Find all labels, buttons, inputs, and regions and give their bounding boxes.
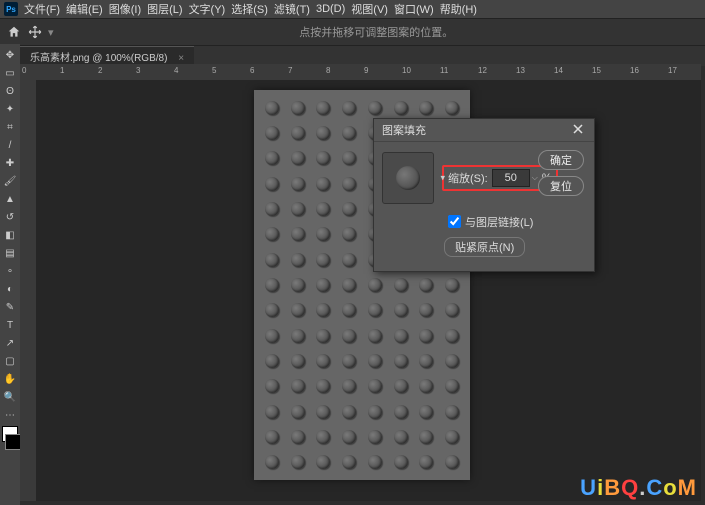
- menu-select[interactable]: 选择(S): [231, 1, 268, 17]
- document-tab-label: 乐高素材.png @ 100%(RGB/8): [30, 53, 167, 64]
- menubar: Ps 文件(F) 编辑(E) 图像(I) 图层(L) 文字(Y) 选择(S) 滤…: [0, 0, 705, 18]
- ruler-vertical: [20, 80, 37, 501]
- close-tab-icon[interactable]: ×: [178, 53, 184, 64]
- menu-type[interactable]: 文字(Y): [189, 1, 226, 17]
- tool-wand[interactable]: ✦: [2, 101, 18, 117]
- tool-hand[interactable]: ✋: [2, 371, 18, 387]
- dialog-title: 图案填充: [382, 122, 572, 138]
- menu-view[interactable]: 视图(V): [351, 1, 388, 17]
- chevron-down-icon[interactable]: ▾: [440, 173, 445, 184]
- tool-palette: ✥ ▭ ʘ ✦ ⌗ / ✚ 🖌 ▲ ↺ ◧ ▤ ∘ ◐ ✎ T ↗ ▢ ✋ 🔍 …: [0, 44, 20, 505]
- menu-image[interactable]: 图像(I): [109, 1, 141, 17]
- canvas-area[interactable]: [36, 80, 701, 501]
- menu-filter[interactable]: 滤镜(T): [274, 1, 310, 17]
- scale-input[interactable]: [492, 169, 530, 187]
- link-with-layer-label: 与图层链接(L): [465, 214, 533, 230]
- reset-button[interactable]: 复位: [538, 176, 584, 196]
- ruler-horizontal: 0 1 2 3 4 5 6 7 8 9 10 11 12 13 14 15 16…: [20, 64, 701, 81]
- scale-label: 缩放(S):: [448, 170, 488, 186]
- tool-more[interactable]: ⋯: [2, 407, 18, 423]
- tool-type[interactable]: T: [2, 317, 18, 333]
- tool-history[interactable]: ↺: [2, 209, 18, 225]
- dialog-titlebar[interactable]: 图案填充: [374, 119, 594, 142]
- menu-layer[interactable]: 图层(L): [147, 1, 182, 17]
- menu-file[interactable]: 文件(F): [24, 1, 60, 17]
- tool-lasso[interactable]: ʘ: [2, 83, 18, 99]
- color-swatch-bg[interactable]: [5, 434, 21, 450]
- tool-zoom[interactable]: 🔍: [2, 389, 18, 405]
- document-tabs: 乐高素材.png @ 100%(RGB/8) ×: [0, 46, 705, 66]
- pattern-thumbnail[interactable]: ▾: [382, 152, 434, 204]
- tool-dodge[interactable]: ◐: [2, 281, 18, 297]
- tool-eraser[interactable]: ◧: [2, 227, 18, 243]
- tool-stamp[interactable]: ▲: [2, 191, 18, 207]
- menu-edit[interactable]: 编辑(E): [66, 1, 103, 17]
- home-icon[interactable]: [6, 24, 22, 40]
- close-icon[interactable]: [572, 123, 586, 137]
- options-hint: 点按并拖移可调整图案的位置。: [54, 24, 699, 40]
- snap-to-origin-button[interactable]: 贴紧原点(N): [444, 237, 525, 257]
- options-bar: ▾ 点按并拖移可调整图案的位置。: [0, 18, 705, 46]
- scale-spinner[interactable]: ⌵: [532, 173, 538, 183]
- tool-shape[interactable]: ▢: [2, 353, 18, 369]
- tool-marquee[interactable]: ▭: [2, 65, 18, 81]
- tool-move[interactable]: ✥: [2, 47, 18, 63]
- app-icon: Ps: [4, 2, 18, 16]
- tool-path[interactable]: ↗: [2, 335, 18, 351]
- menu-help[interactable]: 帮助(H): [440, 1, 477, 17]
- link-with-layer-checkbox[interactable]: [448, 215, 461, 228]
- document-tab[interactable]: 乐高素材.png @ 100%(RGB/8) ×: [20, 46, 194, 66]
- tool-gradient[interactable]: ▤: [2, 245, 18, 261]
- menu-window[interactable]: 窗口(W): [394, 1, 434, 17]
- pattern-fill-dialog: 图案填充 确定 复位 ▾ 缩放(S): ⌵ % 与图层链接(L) 贴紧原点(N): [373, 118, 595, 272]
- tool-pen[interactable]: ✎: [2, 299, 18, 315]
- move-tool-icon[interactable]: [28, 25, 42, 39]
- tool-crop[interactable]: ⌗: [2, 119, 18, 135]
- tool-blur[interactable]: ∘: [2, 263, 18, 279]
- tool-heal[interactable]: ✚: [2, 155, 18, 171]
- watermark: UiBQ.CoM: [580, 475, 697, 501]
- menu-3d[interactable]: 3D(D): [316, 3, 345, 15]
- ok-button[interactable]: 确定: [538, 150, 584, 170]
- tool-eyedropper[interactable]: /: [2, 137, 18, 153]
- tool-brush[interactable]: 🖌: [2, 173, 18, 189]
